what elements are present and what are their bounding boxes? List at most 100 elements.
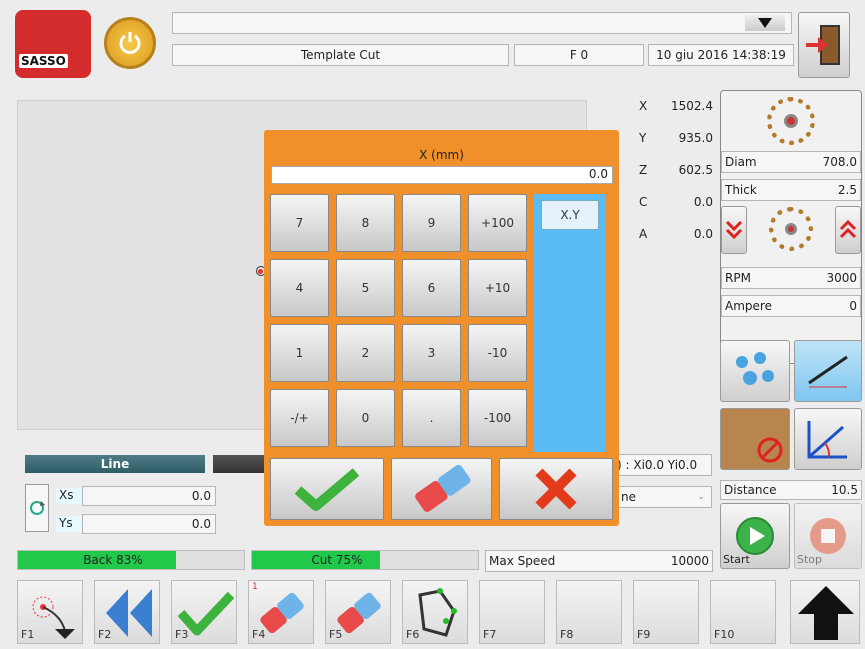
angle-button[interactable]	[794, 408, 862, 470]
keypad-display[interactable]: 0.0	[271, 166, 613, 184]
logo: SASSO	[15, 10, 91, 78]
coord-y: Y 935.0	[639, 131, 713, 145]
key-plus10[interactable]: +10	[468, 259, 527, 317]
key-5[interactable]: 5	[336, 259, 395, 317]
ys-label: Ys	[56, 516, 82, 532]
blade-icon-small	[769, 207, 813, 251]
play-icon	[736, 517, 774, 555]
key-4[interactable]: 4	[270, 259, 329, 317]
key-minus10[interactable]: -10	[468, 324, 527, 382]
key-9[interactable]: 9	[402, 194, 461, 252]
f10-key[interactable]: F10	[710, 580, 776, 644]
rotate-icon[interactable]	[25, 484, 49, 532]
chevron-double-down-icon	[725, 220, 743, 240]
texture-button[interactable]	[720, 408, 790, 470]
key-3[interactable]: 3	[402, 324, 461, 382]
cut-progress: Cut 75%	[251, 550, 479, 570]
f5-key[interactable]: F5	[325, 580, 391, 644]
coord-z: Z 602.5	[639, 163, 713, 177]
eraser-icon	[414, 464, 470, 512]
f8-key[interactable]: F8	[556, 580, 622, 644]
cut-progress-label: Cut 75%	[311, 553, 363, 567]
checkmark-icon	[294, 468, 360, 511]
close-icon	[535, 468, 577, 510]
key-6[interactable]: 6	[402, 259, 461, 317]
mode-text: Template Cut	[300, 48, 381, 62]
tab-line[interactable]: Line	[25, 455, 205, 473]
key-0[interactable]: 0	[336, 389, 395, 447]
f9-key[interactable]: F9	[633, 580, 699, 644]
keypad-dialog: X (mm) 0.0 X.Y 7 8 9 +100 4 5 6 +10 1 2 3 -10 -/+ 0. -…	[264, 130, 619, 526]
key-dot[interactable]: .	[402, 389, 461, 447]
stop-label: Stop	[797, 553, 823, 566]
confirm-button[interactable]	[270, 458, 384, 520]
ys-field[interactable]: 0.0	[82, 514, 216, 534]
max-speed-row: Max Speed 10000	[485, 550, 713, 572]
key-plus100[interactable]: +100	[468, 194, 527, 252]
xi-display: ) : Xi0.0 Yi0.0	[616, 454, 712, 476]
cancel-button[interactable]	[499, 458, 613, 520]
xs-field[interactable]: 0.0	[82, 486, 216, 506]
f2-key[interactable]: F2	[94, 580, 160, 644]
exit-button[interactable]	[798, 12, 850, 78]
key-minusslashplus[interactable]: -/+	[270, 389, 329, 447]
arrow-up-button[interactable]	[790, 580, 860, 644]
datetime-text: 10 giu 2016 14:38:19	[656, 48, 786, 62]
water-button[interactable]	[720, 340, 790, 402]
f4-key[interactable]: 1 F4	[248, 580, 314, 644]
chevron-double-up-icon	[839, 219, 857, 239]
logo-text: SASSO	[19, 54, 68, 68]
exit-door-icon	[806, 25, 840, 65]
no-texture-icon	[757, 437, 783, 463]
key-8[interactable]: 8	[336, 194, 395, 252]
coord-x: X 1502.4	[639, 99, 713, 113]
xs-label: Xs	[56, 488, 82, 504]
chevron-down-icon: ⌄	[697, 492, 705, 502]
back-progress-label: Back 83%	[83, 553, 143, 567]
clear-button[interactable]	[391, 458, 492, 520]
laser-line-button[interactable]	[794, 340, 862, 402]
start-button[interactable]: Start	[720, 503, 790, 569]
key-minus100[interactable]: -100	[468, 389, 527, 447]
datetime-display: 10 giu 2016 14:38:19	[648, 44, 794, 66]
tab-other[interactable]	[213, 455, 265, 473]
start-label: Start	[723, 553, 750, 566]
ampere-row: Ampere 0	[721, 295, 861, 317]
chevron-down-icon[interactable]	[745, 15, 785, 31]
key-2[interactable]: 2	[336, 324, 395, 382]
canvas-red-dot	[258, 269, 263, 274]
stop-icon	[810, 518, 846, 554]
f7-key[interactable]: F7	[479, 580, 545, 644]
rpm-row: RPM 3000	[721, 267, 861, 289]
blade-up-button[interactable]	[835, 206, 861, 254]
stop-button[interactable]: Stop	[794, 503, 862, 569]
distance-row: Distance 10.5	[720, 480, 862, 500]
power-icon[interactable]	[104, 17, 156, 69]
f1-key[interactable]: F1	[17, 580, 83, 644]
mode-display: Template Cut	[172, 44, 509, 66]
back-progress: Back 83%	[17, 550, 245, 570]
partial-select[interactable]: ne ⌄	[616, 486, 712, 508]
coord-a: A 0.0	[639, 227, 713, 241]
arrow-up-icon	[798, 586, 854, 640]
keypad-title: X (mm)	[419, 148, 464, 162]
keypad-side-panel	[534, 194, 606, 452]
feed-text: F 0	[569, 48, 589, 62]
coordinate-readout: X 1502.4 Y 935.0 Z 602.5 C 0.0 A 0.0	[636, 90, 716, 250]
thick-row: Thick 2.5	[721, 179, 861, 201]
key-xy[interactable]: X.Y	[541, 200, 599, 230]
laser-icon	[808, 355, 848, 388]
diam-row: Diam 708.0	[721, 151, 861, 173]
blade-panel: Diam 708.0 Thick 2.5 RPM 3000 Ampere 0	[720, 90, 862, 364]
coord-c: C 0.0	[639, 195, 713, 209]
f3-key[interactable]: F3	[171, 580, 237, 644]
program-select[interactable]	[172, 12, 792, 34]
key-1[interactable]: 1	[270, 324, 329, 382]
blade-icon	[767, 97, 815, 145]
blade-down-button[interactable]	[721, 206, 747, 254]
feed-display: F 0	[514, 44, 644, 66]
key-7[interactable]: 7	[270, 194, 329, 252]
water-drops-icon	[736, 352, 774, 385]
f6-key[interactable]: F6	[402, 580, 468, 644]
angle-icon	[807, 421, 847, 459]
